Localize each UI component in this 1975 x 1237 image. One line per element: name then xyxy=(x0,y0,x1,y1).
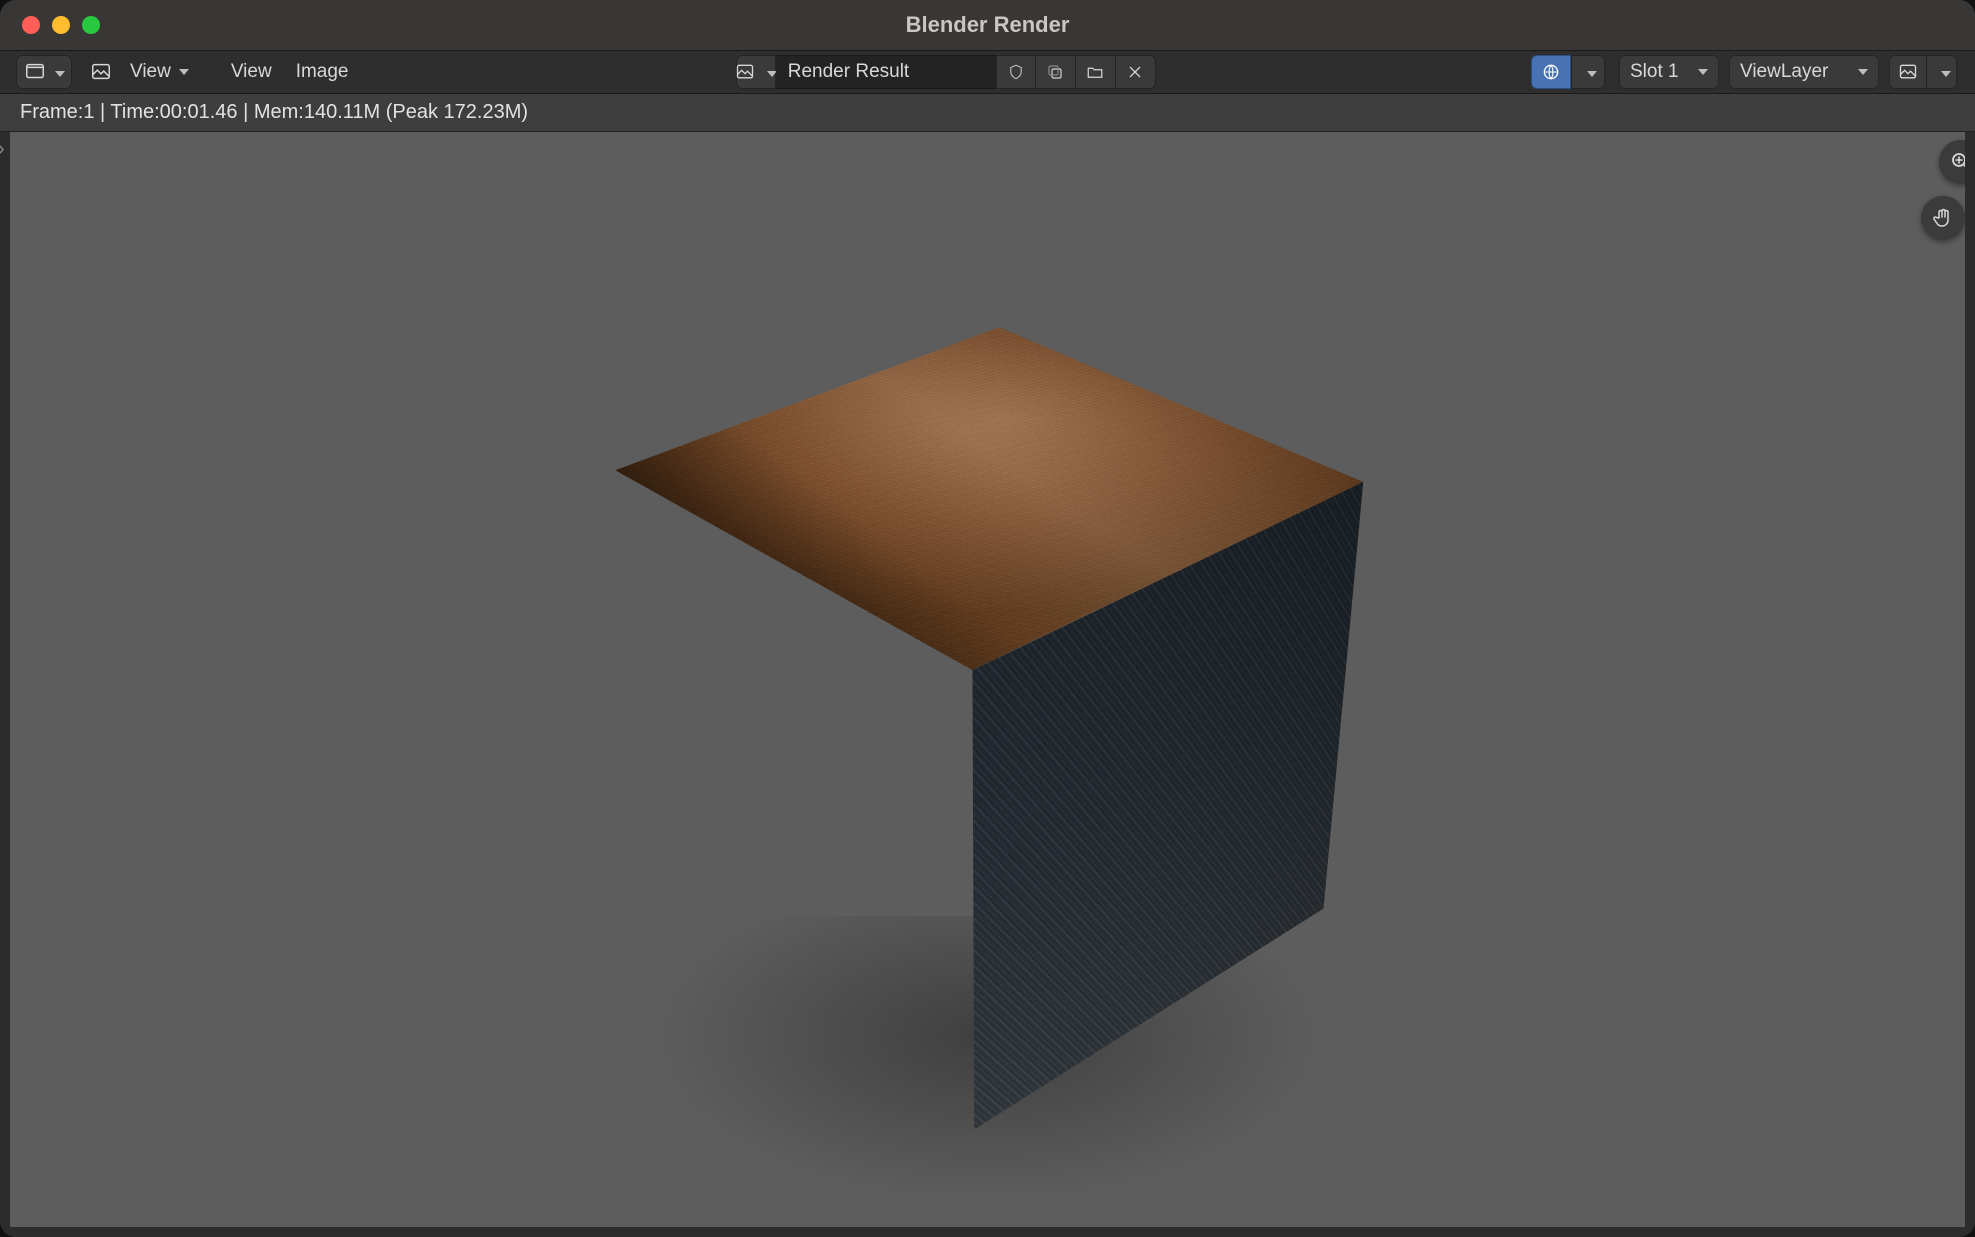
editor-type-dropdown[interactable] xyxy=(16,55,72,89)
fake-user-button[interactable] xyxy=(996,55,1036,89)
image-menu[interactable]: Image xyxy=(284,55,361,89)
window-title: Blender Render xyxy=(0,12,1975,38)
viewlayer-dropdown[interactable]: ViewLayer xyxy=(1729,55,1879,89)
render-pass-dropdown[interactable] xyxy=(1571,55,1605,89)
image-editor-header: View View Image Render Result xyxy=(0,50,1975,94)
minimize-window-button[interactable] xyxy=(52,16,70,34)
pan-button[interactable] xyxy=(1921,196,1965,240)
image-menu-label: Image xyxy=(296,61,349,83)
view-menu[interactable]: View xyxy=(118,55,201,89)
render-info-bar: Frame:1 | Time:00:01.46 | Mem:140.11M (P… xyxy=(0,94,1975,132)
duplicate-icon xyxy=(1043,60,1067,84)
image-editor-icon xyxy=(23,60,47,84)
hand-icon xyxy=(1931,206,1955,230)
close-icon xyxy=(1123,60,1147,84)
browse-image-dropdown[interactable] xyxy=(736,55,776,89)
titlebar: Blender Render xyxy=(0,0,1975,50)
open-image-button[interactable] xyxy=(1076,55,1116,89)
render-window: Blender Render View View Image xyxy=(0,0,1975,1237)
toolbar-expand-handle[interactable]: › xyxy=(0,138,5,161)
viewport-area: › xyxy=(0,132,1975,1237)
shading-group xyxy=(1531,55,1605,89)
slot-label: Slot 1 xyxy=(1630,61,1679,83)
chevron-down-icon xyxy=(47,61,65,83)
display-channels-dropdown[interactable] xyxy=(1927,55,1957,89)
close-window-button[interactable] xyxy=(22,16,40,34)
viewlayer-label: ViewLayer xyxy=(1740,61,1828,83)
chevron-down-icon xyxy=(1579,61,1597,83)
render-status-text: Frame:1 | Time:00:01.46 | Mem:140.11M (P… xyxy=(20,101,528,124)
zoom-window-button[interactable] xyxy=(82,16,100,34)
zoom-button[interactable] xyxy=(1939,140,1965,184)
rendered-scene xyxy=(987,701,988,702)
image-icon xyxy=(735,60,755,84)
image-name-field[interactable]: Render Result xyxy=(776,55,996,89)
display-channels-button[interactable] xyxy=(1889,55,1927,89)
chevron-down-icon xyxy=(759,61,777,83)
render-viewport[interactable] xyxy=(10,132,1965,1227)
shield-icon xyxy=(1004,60,1028,84)
magnify-plus-icon xyxy=(1949,150,1965,174)
mode-dropdown[interactable] xyxy=(84,55,118,89)
display-channels-group xyxy=(1889,55,1957,89)
image-datablock-group: Render Result xyxy=(736,55,1156,89)
slot-dropdown[interactable]: Slot 1 xyxy=(1619,55,1719,89)
new-image-button[interactable] xyxy=(1036,55,1076,89)
globe-icon xyxy=(1539,60,1563,84)
view-menu-2[interactable]: View xyxy=(219,55,284,89)
view-menu-2-label: View xyxy=(231,61,272,83)
view-menu-label: View xyxy=(130,61,171,83)
render-pass-button[interactable] xyxy=(1531,55,1571,89)
image-icon xyxy=(89,60,113,84)
window-controls xyxy=(0,16,100,34)
unlink-image-button[interactable] xyxy=(1116,55,1156,89)
chevron-down-icon xyxy=(1933,61,1951,83)
folder-icon xyxy=(1083,60,1107,84)
image-icon xyxy=(1896,60,1920,84)
image-name-value: Render Result xyxy=(788,61,909,83)
